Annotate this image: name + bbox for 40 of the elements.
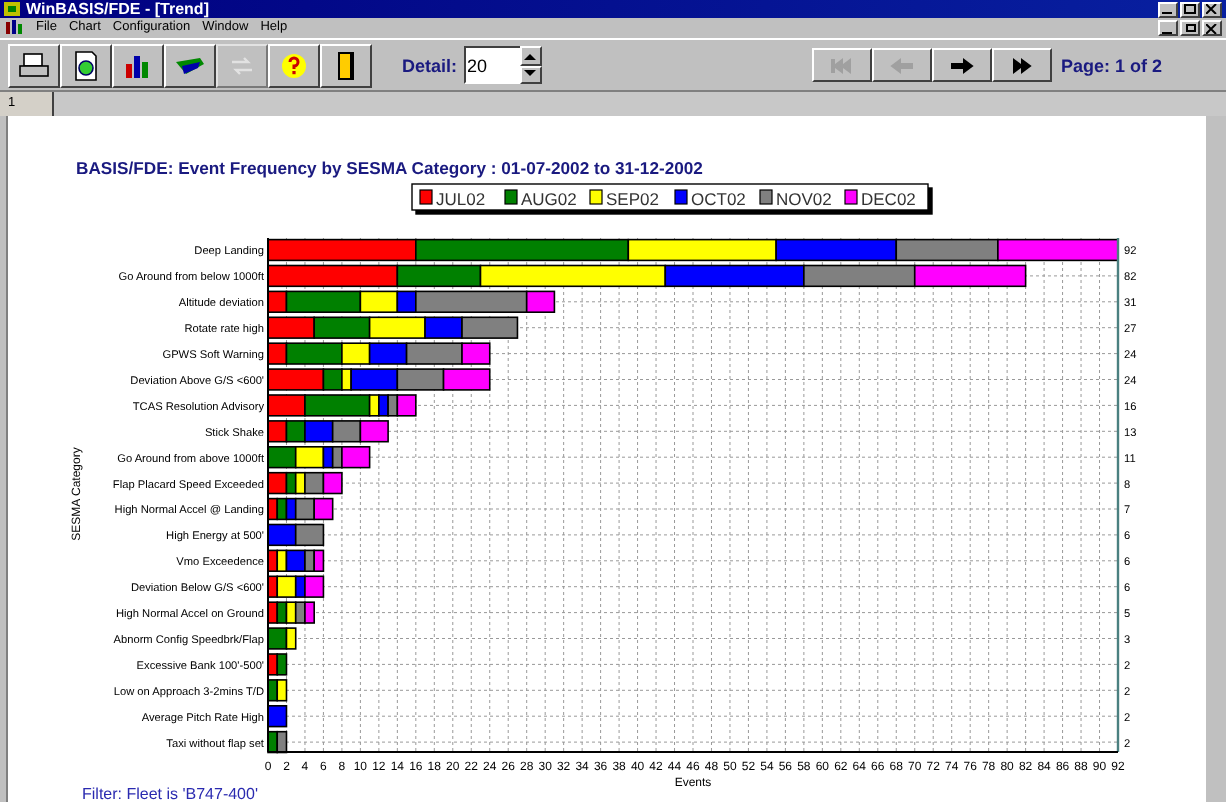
page-nav-button[interactable]: [932, 48, 993, 82]
legend-label: JUL02: [436, 189, 486, 209]
toolbar-button[interactable]: [164, 43, 216, 87]
minimize-button[interactable]: [1158, 1, 1178, 17]
legend-label: SEP02: [606, 189, 659, 209]
close-button[interactable]: [1202, 1, 1222, 17]
legend-label: AUG02: [521, 189, 577, 209]
toolbar-button[interactable]: [60, 43, 112, 87]
window-title: WinBASIS/FDE - [Trend]: [26, 0, 209, 18]
legend-label: NOV02: [776, 189, 832, 209]
detail-field[interactable]: 20: [463, 46, 520, 84]
maximize-button[interactable]: [1180, 1, 1200, 17]
restore-icon: [1184, 23, 1196, 33]
arrow-left-icon: [888, 57, 917, 73]
legend-label: DEC02: [861, 189, 916, 209]
app-icon: [4, 2, 20, 16]
close-icon: [1206, 23, 1218, 33]
toolbar-button[interactable]: [112, 43, 164, 87]
maximize-icon: [1184, 4, 1196, 14]
minimize-button[interactable]: [1158, 20, 1178, 36]
printer-icon: [16, 49, 52, 81]
page-nav-button[interactable]: [992, 48, 1053, 82]
arrow-right-icon: [948, 57, 977, 73]
chart-title: BASIS/FDE: Event Frequency by SESMA Category : 01-07-2002 to 31-12-2002: [76, 158, 703, 178]
toolbar-button[interactable]: [320, 43, 372, 87]
detail-label: Detail:: [402, 55, 458, 75]
filter-text: Filter: Fleet is 'B747-400': [82, 785, 258, 802]
help-button[interactable]: [268, 43, 320, 87]
caret-down-icon: [524, 70, 537, 79]
legend-label: OCT02: [691, 189, 746, 209]
close-icon: [1206, 4, 1218, 14]
help-icon: [276, 49, 312, 81]
page-indicator: Page: 1 of 2: [1060, 55, 1162, 75]
spin-up-button[interactable]: [519, 46, 542, 65]
fast-forward-icon: [1008, 57, 1037, 73]
skip-back-icon: [828, 57, 857, 73]
close-button[interactable]: [1202, 20, 1222, 36]
toolbar-button[interactable]: [8, 43, 60, 87]
restore-button[interactable]: [1180, 20, 1200, 36]
caret-up-icon: [524, 51, 537, 60]
